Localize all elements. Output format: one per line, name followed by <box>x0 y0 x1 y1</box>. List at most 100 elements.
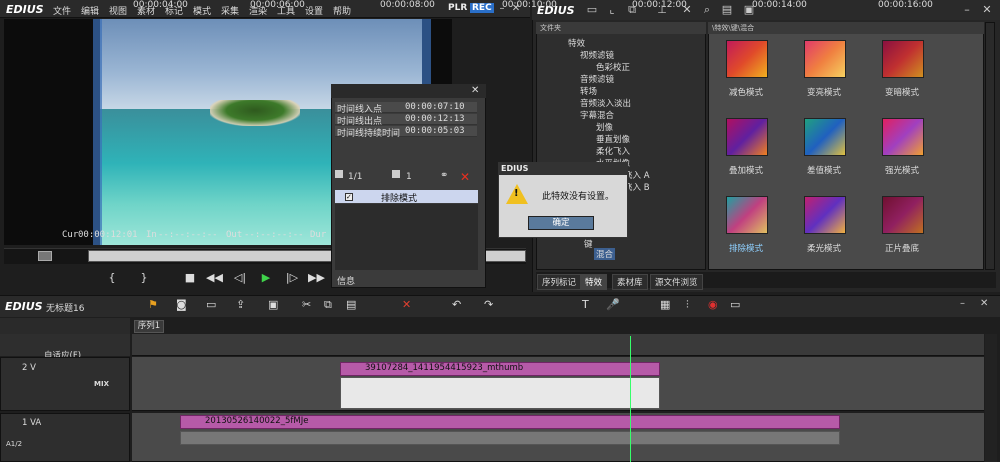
effects-scrollbar[interactable] <box>985 22 995 270</box>
plr-badge[interactable]: PLR <box>448 3 467 13</box>
app-logo: EDIUS <box>6 3 44 16</box>
ruler-tick-10: 00:00:10:00 <box>502 0 557 10</box>
fx-label-exclusion[interactable]: 排除模式 <box>711 242 781 254</box>
tree-soft-fly-in[interactable]: 柔化飞入 <box>596 145 630 157</box>
menu-file[interactable]: 文件 <box>53 4 71 17</box>
fx-label-darken[interactable]: 变暗模式 <box>867 86 937 98</box>
stop-icon[interactable]: ■ <box>182 270 198 286</box>
fx-thumb-subtract[interactable] <box>726 40 768 78</box>
search-icon[interactable]: ⌕ <box>700 3 714 17</box>
information-close-icon[interactable]: ✕ <box>471 85 479 96</box>
tree-blend[interactable]: 混合 <box>594 248 616 260</box>
snapshot-icon[interactable]: ◙ <box>176 298 187 311</box>
tree-effects[interactable]: 特效 <box>568 37 585 49</box>
clip-2v-mix-area[interactable] <box>340 377 660 409</box>
tree-audio-fade[interactable]: 音频淡入淡出 <box>580 97 631 109</box>
fx-label-overlay[interactable]: 叠加模式 <box>711 164 781 176</box>
clip-1va-audio[interactable] <box>180 431 840 445</box>
tree-transitions[interactable]: 转场 <box>580 85 597 97</box>
mix-label[interactable]: MIX <box>94 380 109 388</box>
menu-settings[interactable]: 设置 <box>305 4 323 17</box>
fx-thumb-overlay[interactable] <box>726 118 768 156</box>
properties-icon[interactable]: ▤ <box>720 3 734 17</box>
new-icon[interactable]: ▭ <box>206 298 216 311</box>
timeline-ruler[interactable] <box>132 334 984 356</box>
fx-label-hard-light[interactable]: 强光模式 <box>867 164 937 176</box>
effect-list-label[interactable]: 排除模式 <box>381 191 417 204</box>
menu-edit[interactable]: 编辑 <box>81 4 99 17</box>
up-icon[interactable]: ⌞ <box>605 3 619 17</box>
fx-thumb-darken[interactable] <box>882 40 924 78</box>
copy-clip-icon[interactable]: ⧉ <box>324 298 332 312</box>
open-icon[interactable]: ⇪ <box>236 298 245 311</box>
info-out-value: 00:00:12:13 <box>405 114 465 124</box>
play-icon[interactable]: ▶ <box>258 270 274 286</box>
fx-label-soft-light[interactable]: 柔光模式 <box>789 242 859 254</box>
remove-effect-icon[interactable]: ✕ <box>460 170 470 184</box>
paste-icon[interactable]: ▤ <box>346 298 356 311</box>
menu-view[interactable]: 视图 <box>109 4 127 17</box>
folder-icon[interactable]: ▭ <box>585 3 599 17</box>
fx-thumb-multiply[interactable] <box>882 196 924 234</box>
menu-help[interactable]: 帮助 <box>333 4 351 17</box>
tree-audio-filters[interactable]: 音频滤镜 <box>580 73 614 85</box>
fx-label-difference[interactable]: 差值模式 <box>789 164 859 176</box>
timeline-close-icon[interactable]: ✕ <box>980 298 988 309</box>
rec-badge[interactable]: REC <box>470 3 494 13</box>
tree-video-filters[interactable]: 视频滤镜 <box>580 49 614 61</box>
tree-color-correction[interactable]: 色彩校正 <box>596 61 630 73</box>
delete-clip-icon[interactable]: ✕ <box>402 298 411 311</box>
tree-vertical-wipe[interactable]: 垂直划像 <box>596 133 630 145</box>
timeline-scrollbar[interactable] <box>985 334 997 462</box>
tab-effects[interactable]: 特效 <box>580 274 608 290</box>
fx-label-lighten[interactable]: 变亮模式 <box>789 86 859 98</box>
fx-label-multiply[interactable]: 正片叠底 <box>867 242 937 254</box>
track-header-2v[interactable] <box>0 357 130 411</box>
sequence-tab[interactable]: 序列1 <box>134 320 164 333</box>
track-header-1va[interactable] <box>0 413 130 462</box>
fast-forward-icon[interactable]: ▶▶ <box>308 270 325 286</box>
effect-enable-checkbox[interactable]: ✓ <box>345 193 353 201</box>
step-back-icon[interactable]: ◁| <box>232 270 248 286</box>
fx-thumb-exclusion[interactable] <box>726 196 768 234</box>
tab-sequence-markers[interactable]: 序列标记 <box>537 274 582 290</box>
timeline-minimize-icon[interactable]: – <box>960 298 965 309</box>
fx-thumb-soft-light[interactable] <box>804 196 846 234</box>
link-icon[interactable]: ⚭ <box>440 170 448 181</box>
menu-mode[interactable]: 模式 <box>193 4 211 17</box>
playhead[interactable] <box>630 336 631 462</box>
asset-minimize-icon[interactable]: – <box>960 3 974 17</box>
set-in-icon[interactable]: { <box>104 270 120 286</box>
shuttle-handle[interactable] <box>38 251 52 261</box>
voice-icon[interactable]: 🎤 <box>606 298 620 311</box>
asset-close-icon[interactable]: ✕ <box>980 3 994 17</box>
render-icon[interactable]: ◉ <box>708 298 718 311</box>
info-in-value: 00:00:07:10 <box>405 102 465 112</box>
step-forward-icon[interactable]: |▷ <box>284 270 300 286</box>
fx-label-subtract[interactable]: 减色模式 <box>711 86 781 98</box>
ruler-tick-8: 00:00:08:00 <box>380 0 435 10</box>
fx-thumb-difference[interactable] <box>804 118 846 156</box>
save-icon[interactable]: ▣ <box>268 298 278 311</box>
tab-bin[interactable]: 素材库 <box>612 274 648 290</box>
tree-title-mix[interactable]: 字幕混合 <box>580 109 614 121</box>
title-icon[interactable]: T <box>582 298 589 311</box>
redo-icon[interactable]: ↷ <box>484 298 493 311</box>
set-out-icon[interactable]: } <box>136 270 152 286</box>
fx-thumb-hard-light[interactable] <box>882 118 924 156</box>
mixer-icon[interactable]: ⫶ <box>686 298 689 312</box>
timeline-tool-icon[interactable]: ⚑ <box>148 298 158 311</box>
clip-1va-name: 20130526140022_5fMJe <box>205 416 309 426</box>
grid-icon[interactable]: ▦ <box>660 298 670 311</box>
ok-button[interactable]: 确定 <box>528 216 594 230</box>
undo-icon[interactable]: ↶ <box>452 298 461 311</box>
info-counter-right: 1 <box>406 172 412 182</box>
rewind-icon[interactable]: ◀◀ <box>206 270 223 286</box>
tree-keys[interactable]: 键 <box>584 238 593 250</box>
cut-icon[interactable]: ✂ <box>302 298 311 311</box>
tab-source-browser[interactable]: 源文件浏览 <box>650 274 703 290</box>
menu-capture[interactable]: 采集 <box>221 4 239 17</box>
layout-icon[interactable]: ▭ <box>730 298 740 311</box>
tree-wipe[interactable]: 划像 <box>596 121 613 133</box>
fx-thumb-lighten[interactable] <box>804 40 846 78</box>
